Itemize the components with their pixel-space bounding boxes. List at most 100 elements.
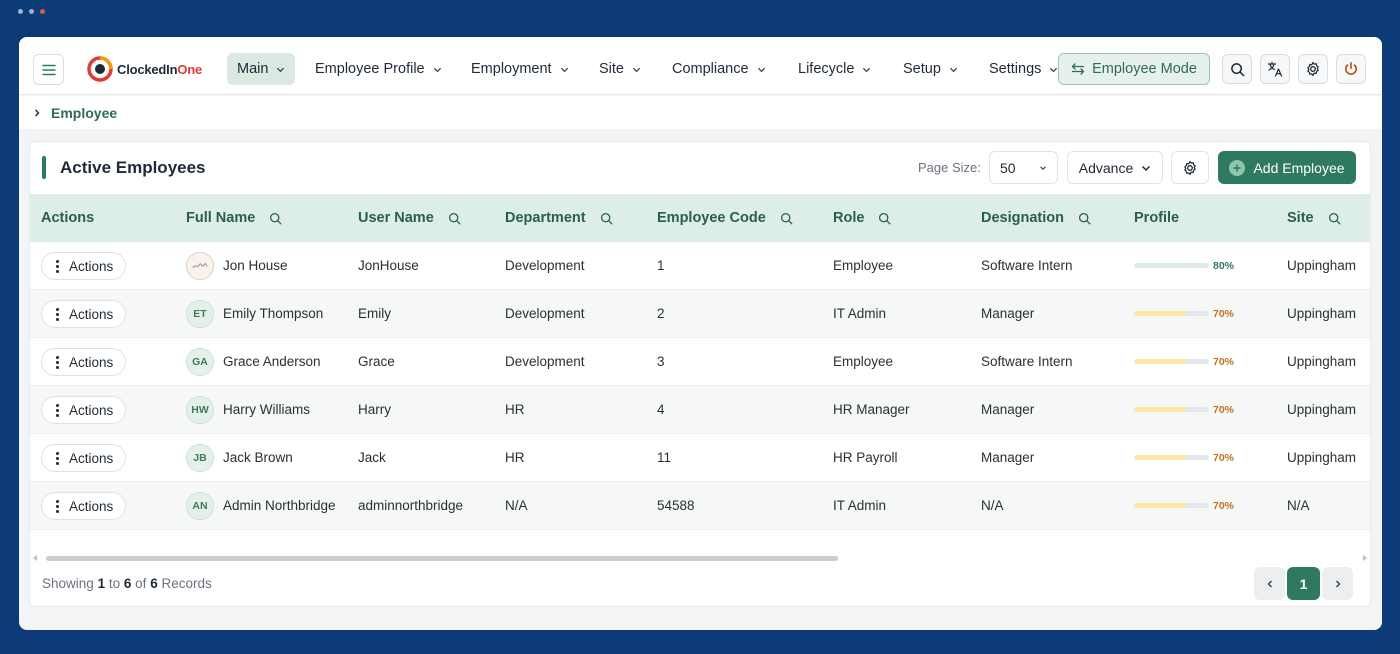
cell-site: Uppingham (1287, 450, 1357, 465)
search-icon[interactable] (1078, 212, 1091, 225)
table-row[interactable]: Actions HW Harry Williams Harry HR 4 HR Manage… (30, 386, 1370, 434)
chevron-right-icon (35, 109, 40, 116)
employee-mode-button[interactable]: Employee Mode (1058, 53, 1210, 85)
more-vertical-icon (56, 499, 59, 513)
pagination: 1 (1254, 567, 1353, 600)
search-icon[interactable] (780, 212, 793, 225)
nav-setup-label: Setup (903, 61, 941, 77)
row-actions-button[interactable]: Actions (41, 444, 126, 472)
employees-table: Actions Full Name User Name Department E… (30, 194, 1370, 530)
prev-page-button[interactable] (1254, 567, 1285, 600)
title-accent-bar (42, 156, 46, 179)
header-department[interactable]: Department (505, 194, 613, 242)
row-actions-button[interactable]: Actions (41, 300, 126, 328)
row-actions-button[interactable]: Actions (41, 348, 126, 376)
cell-user-name: Jack (358, 450, 386, 465)
breadcrumb: Employee (19, 96, 1382, 129)
search-button[interactable] (1222, 54, 1252, 84)
cell-user-name: Grace (358, 354, 395, 369)
search-icon[interactable] (448, 212, 461, 225)
advance-filter-button[interactable]: Advance (1067, 151, 1163, 184)
nav-employment[interactable]: Employment (461, 53, 579, 85)
next-page-button[interactable] (1322, 567, 1353, 600)
gear-icon (1184, 160, 1196, 175)
swap-icon (1071, 63, 1085, 75)
row-actions-label: Actions (69, 498, 114, 514)
table-row[interactable]: Actions AN Admin Northbridge adminnorthbrid… (30, 482, 1370, 530)
nav-main[interactable]: Main (227, 53, 296, 85)
row-actions-button[interactable]: Actions (41, 492, 126, 520)
nav-settings[interactable]: Settings (979, 53, 1068, 85)
search-icon (1230, 62, 1244, 76)
nav-compliance[interactable]: Compliance (662, 53, 776, 85)
horizontal-scrollbar[interactable] (30, 552, 1370, 562)
table-row[interactable]: Actions Jon House JonHouse Development 1 Empl… (30, 242, 1370, 290)
cell-full-name[interactable]: Jon House (186, 242, 288, 289)
gear-icon (1307, 61, 1319, 77)
breadcrumb-employee[interactable]: Employee (51, 105, 117, 121)
row-actions-button[interactable]: Actions (41, 396, 126, 424)
row-actions-label: Actions (69, 402, 114, 418)
row-actions-button[interactable]: Actions (41, 252, 126, 280)
header-full-name[interactable]: Full Name (186, 194, 282, 242)
cell-site: Uppingham (1287, 354, 1357, 369)
profile-progress-bar (1134, 455, 1209, 460)
cell-designation: N/A (981, 498, 1004, 513)
search-icon[interactable] (1328, 212, 1341, 225)
header-employee-code[interactable]: Employee Code (657, 194, 793, 242)
nav-employee-profile[interactable]: Employee Profile (305, 53, 452, 85)
row-actions-label: Actions (69, 450, 114, 466)
cell-user-name: adminnorthbridge (358, 498, 464, 513)
profile-percent: 70% (1213, 355, 1235, 368)
cell-full-name[interactable]: JB Jack Brown (186, 434, 293, 481)
table-row[interactable]: Actions ET Emily Thompson Emily Development 2… (30, 290, 1370, 338)
header-role[interactable]: Role (833, 194, 891, 242)
cell-full-name[interactable]: GA Grace Anderson (186, 338, 321, 385)
scroll-right-arrow[interactable] (1363, 555, 1367, 561)
table-row[interactable]: Actions JB Jack Brown Jack HR 11 HR Payroll Man… (30, 434, 1370, 482)
search-icon[interactable] (600, 212, 613, 225)
cell-employee-code: 3 (657, 354, 665, 369)
chevron-down-icon (1142, 165, 1151, 171)
cell-designation: Manager (981, 306, 1035, 321)
chevron-right-icon (1335, 580, 1340, 587)
records-summary: Showing 1 to 6 of 6 Records (42, 576, 212, 591)
table-row[interactable]: Actions GA Grace Anderson Grace Development 3… (30, 338, 1370, 386)
cell-employee-code: 54588 (657, 498, 695, 513)
full-name-text: Jack Brown (223, 450, 293, 465)
more-vertical-icon (56, 451, 59, 465)
settings-button[interactable] (1298, 54, 1328, 84)
scrollbar-thumb[interactable] (46, 556, 838, 561)
cell-full-name[interactable]: ET Emily Thompson (186, 290, 323, 337)
page-1-button[interactable]: 1 (1287, 567, 1320, 600)
chevron-down-icon (560, 67, 568, 72)
page-size-select[interactable]: 50 (989, 151, 1058, 184)
profile-progress-bar (1134, 311, 1209, 316)
header-user-name[interactable]: User Name (358, 194, 461, 242)
cell-employee-code: 11 (657, 450, 672, 465)
logout-button[interactable] (1336, 54, 1366, 84)
add-employee-button[interactable]: Add Employee (1218, 151, 1356, 184)
search-icon[interactable] (269, 212, 282, 225)
header-site[interactable]: Site (1287, 194, 1341, 242)
cell-profile: 70% (1134, 338, 1234, 385)
cell-site: Uppingham (1287, 306, 1357, 321)
header-designation[interactable]: Designation (981, 194, 1091, 242)
row-actions-label: Actions (69, 354, 114, 370)
app-logo[interactable]: ClockedInOne (87, 56, 202, 82)
language-button[interactable] (1260, 54, 1290, 84)
column-settings-button[interactable] (1171, 151, 1209, 184)
search-icon[interactable] (878, 212, 891, 225)
scroll-left-arrow[interactable] (33, 555, 37, 561)
cell-site: N/A (1287, 498, 1310, 513)
hamburger-menu-button[interactable] (33, 54, 64, 85)
nav-lifecycle[interactable]: Lifecycle (788, 53, 881, 85)
cell-full-name[interactable]: HW Harry Williams (186, 386, 310, 433)
cell-full-name[interactable]: AN Admin Northbridge (186, 482, 336, 529)
table-header: Actions Full Name User Name Department E… (30, 194, 1370, 242)
cell-role: HR Payroll (833, 450, 898, 465)
power-icon (1345, 62, 1357, 75)
cell-site: Uppingham (1287, 402, 1357, 417)
nav-setup[interactable]: Setup (893, 53, 968, 85)
nav-site[interactable]: Site (589, 53, 651, 85)
